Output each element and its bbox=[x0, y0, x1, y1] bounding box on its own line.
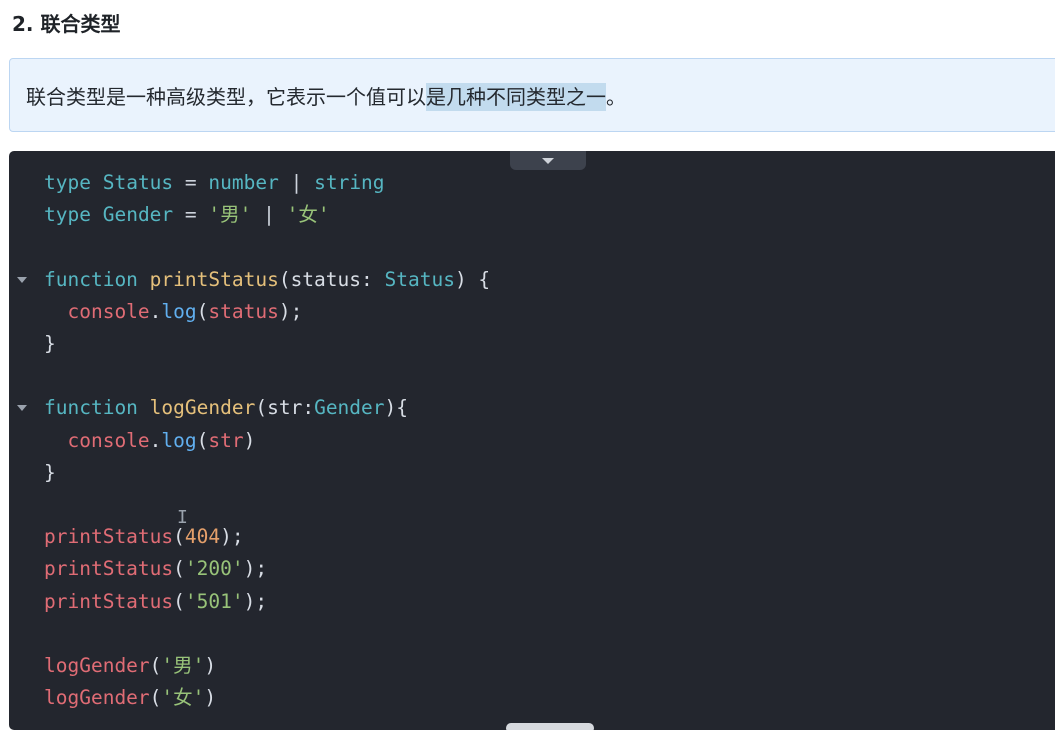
code-token: logGender bbox=[149, 396, 256, 420]
code-token: | bbox=[278, 171, 315, 194]
code-token: = bbox=[173, 171, 209, 194]
code-token: printStatus bbox=[44, 557, 174, 581]
code-token: : bbox=[361, 267, 385, 291]
code-token: Gender bbox=[102, 203, 174, 227]
code-token: number bbox=[208, 171, 279, 194]
code-token: '女' bbox=[286, 203, 330, 227]
code-line: printStatus(404); bbox=[44, 521, 244, 553]
code-line: type Gender = '男' | '女' bbox=[44, 199, 330, 231]
code-line: console.log(status); bbox=[44, 296, 302, 328]
code-token: . bbox=[149, 299, 162, 323]
code-token: console bbox=[67, 428, 150, 452]
code-token: '200' bbox=[184, 557, 244, 581]
code-token: ) { bbox=[454, 267, 491, 291]
code-token: ( bbox=[173, 589, 185, 613]
code-token: : bbox=[302, 396, 315, 420]
code-line: } bbox=[44, 457, 56, 489]
code-line: logGender('女') bbox=[44, 682, 216, 714]
callout-box: 联合类型是一种高级类型，它表示一个值可以是几种不同类型之一。 bbox=[9, 58, 1055, 132]
code-token: logGender bbox=[44, 654, 150, 677]
code-token: status bbox=[208, 299, 279, 323]
code-token: | bbox=[251, 203, 287, 227]
code-token: ){ bbox=[384, 396, 409, 420]
code-token: ) bbox=[204, 654, 217, 677]
code-token: status bbox=[290, 267, 362, 291]
code-line: } bbox=[44, 328, 56, 360]
code-token: } bbox=[44, 460, 56, 484]
callout-text-after: 。 bbox=[606, 85, 626, 109]
code-token: '男' bbox=[161, 654, 205, 677]
code-token: printStatus bbox=[149, 267, 279, 291]
callout-text: 联合类型是一种高级类型，它表示一个值可以是几种不同类型之一。 bbox=[26, 79, 626, 115]
code-token: '501' bbox=[184, 589, 244, 613]
code-token: 404 bbox=[184, 525, 221, 549]
code-block[interactable]: type Status = number | string type Gender… bbox=[9, 151, 1055, 730]
code-token: ( bbox=[278, 267, 291, 291]
code-token: string bbox=[314, 171, 385, 194]
code-token: ) bbox=[204, 686, 217, 710]
code-token: '女' bbox=[161, 686, 205, 710]
code-token: str bbox=[208, 428, 244, 452]
code-token: ) bbox=[243, 428, 256, 452]
code-token: function bbox=[44, 267, 138, 291]
horizontal-scrollbar[interactable] bbox=[506, 723, 594, 730]
code-token: Status bbox=[102, 171, 174, 194]
text-cursor-icon: I bbox=[177, 507, 188, 528]
code-token: ); bbox=[243, 589, 268, 613]
code-token: '男' bbox=[208, 203, 252, 227]
fold-chevron-icon[interactable] bbox=[17, 276, 27, 283]
code-token: } bbox=[44, 332, 56, 355]
code-token: ( bbox=[196, 428, 209, 452]
fold-chevron-icon[interactable] bbox=[17, 405, 27, 412]
code-token: type bbox=[44, 171, 91, 194]
section-heading: 2. 联合类型 bbox=[12, 12, 121, 36]
code-line: printStatus('501'); bbox=[44, 586, 267, 618]
code-token: ( bbox=[149, 654, 162, 677]
code-token: = bbox=[173, 203, 209, 227]
code-line: function logGender(str:Gender){ bbox=[44, 392, 408, 424]
code-token: printStatus bbox=[44, 589, 174, 613]
code-token: ( bbox=[196, 299, 209, 323]
code-token: printStatus bbox=[44, 525, 174, 549]
callout-text-before: 联合类型是一种高级类型，它表示一个值可以 bbox=[26, 85, 426, 109]
code-line: printStatus('200'); bbox=[44, 553, 267, 585]
code-token: str bbox=[267, 396, 303, 420]
code-token: ( bbox=[173, 557, 185, 581]
selected-text[interactable]: 是几种不同类型之一 bbox=[426, 83, 606, 111]
collapse-code-button[interactable] bbox=[510, 151, 586, 170]
code-token: ); bbox=[278, 299, 303, 323]
code-token: logGender bbox=[44, 686, 150, 710]
code-token: Status bbox=[384, 267, 455, 291]
code-token: . bbox=[149, 428, 162, 452]
code-line: function printStatus(status: Status) { bbox=[44, 264, 490, 296]
code-token: Gender bbox=[314, 396, 385, 420]
code-token: ); bbox=[243, 557, 268, 581]
code-token: ( bbox=[149, 686, 162, 710]
code-line: console.log(str) bbox=[44, 425, 255, 457]
code-line: type Status = number | string bbox=[44, 167, 385, 199]
code-token: ); bbox=[220, 525, 244, 549]
code-token: log bbox=[161, 299, 197, 323]
collapse-triangle-icon bbox=[542, 157, 554, 164]
code-token: ( bbox=[255, 396, 268, 420]
code-token: log bbox=[161, 428, 197, 452]
code-token: type bbox=[44, 203, 91, 227]
code-token: function bbox=[44, 396, 138, 420]
code-line: logGender('男') bbox=[44, 650, 216, 682]
code-token: console bbox=[67, 299, 150, 323]
